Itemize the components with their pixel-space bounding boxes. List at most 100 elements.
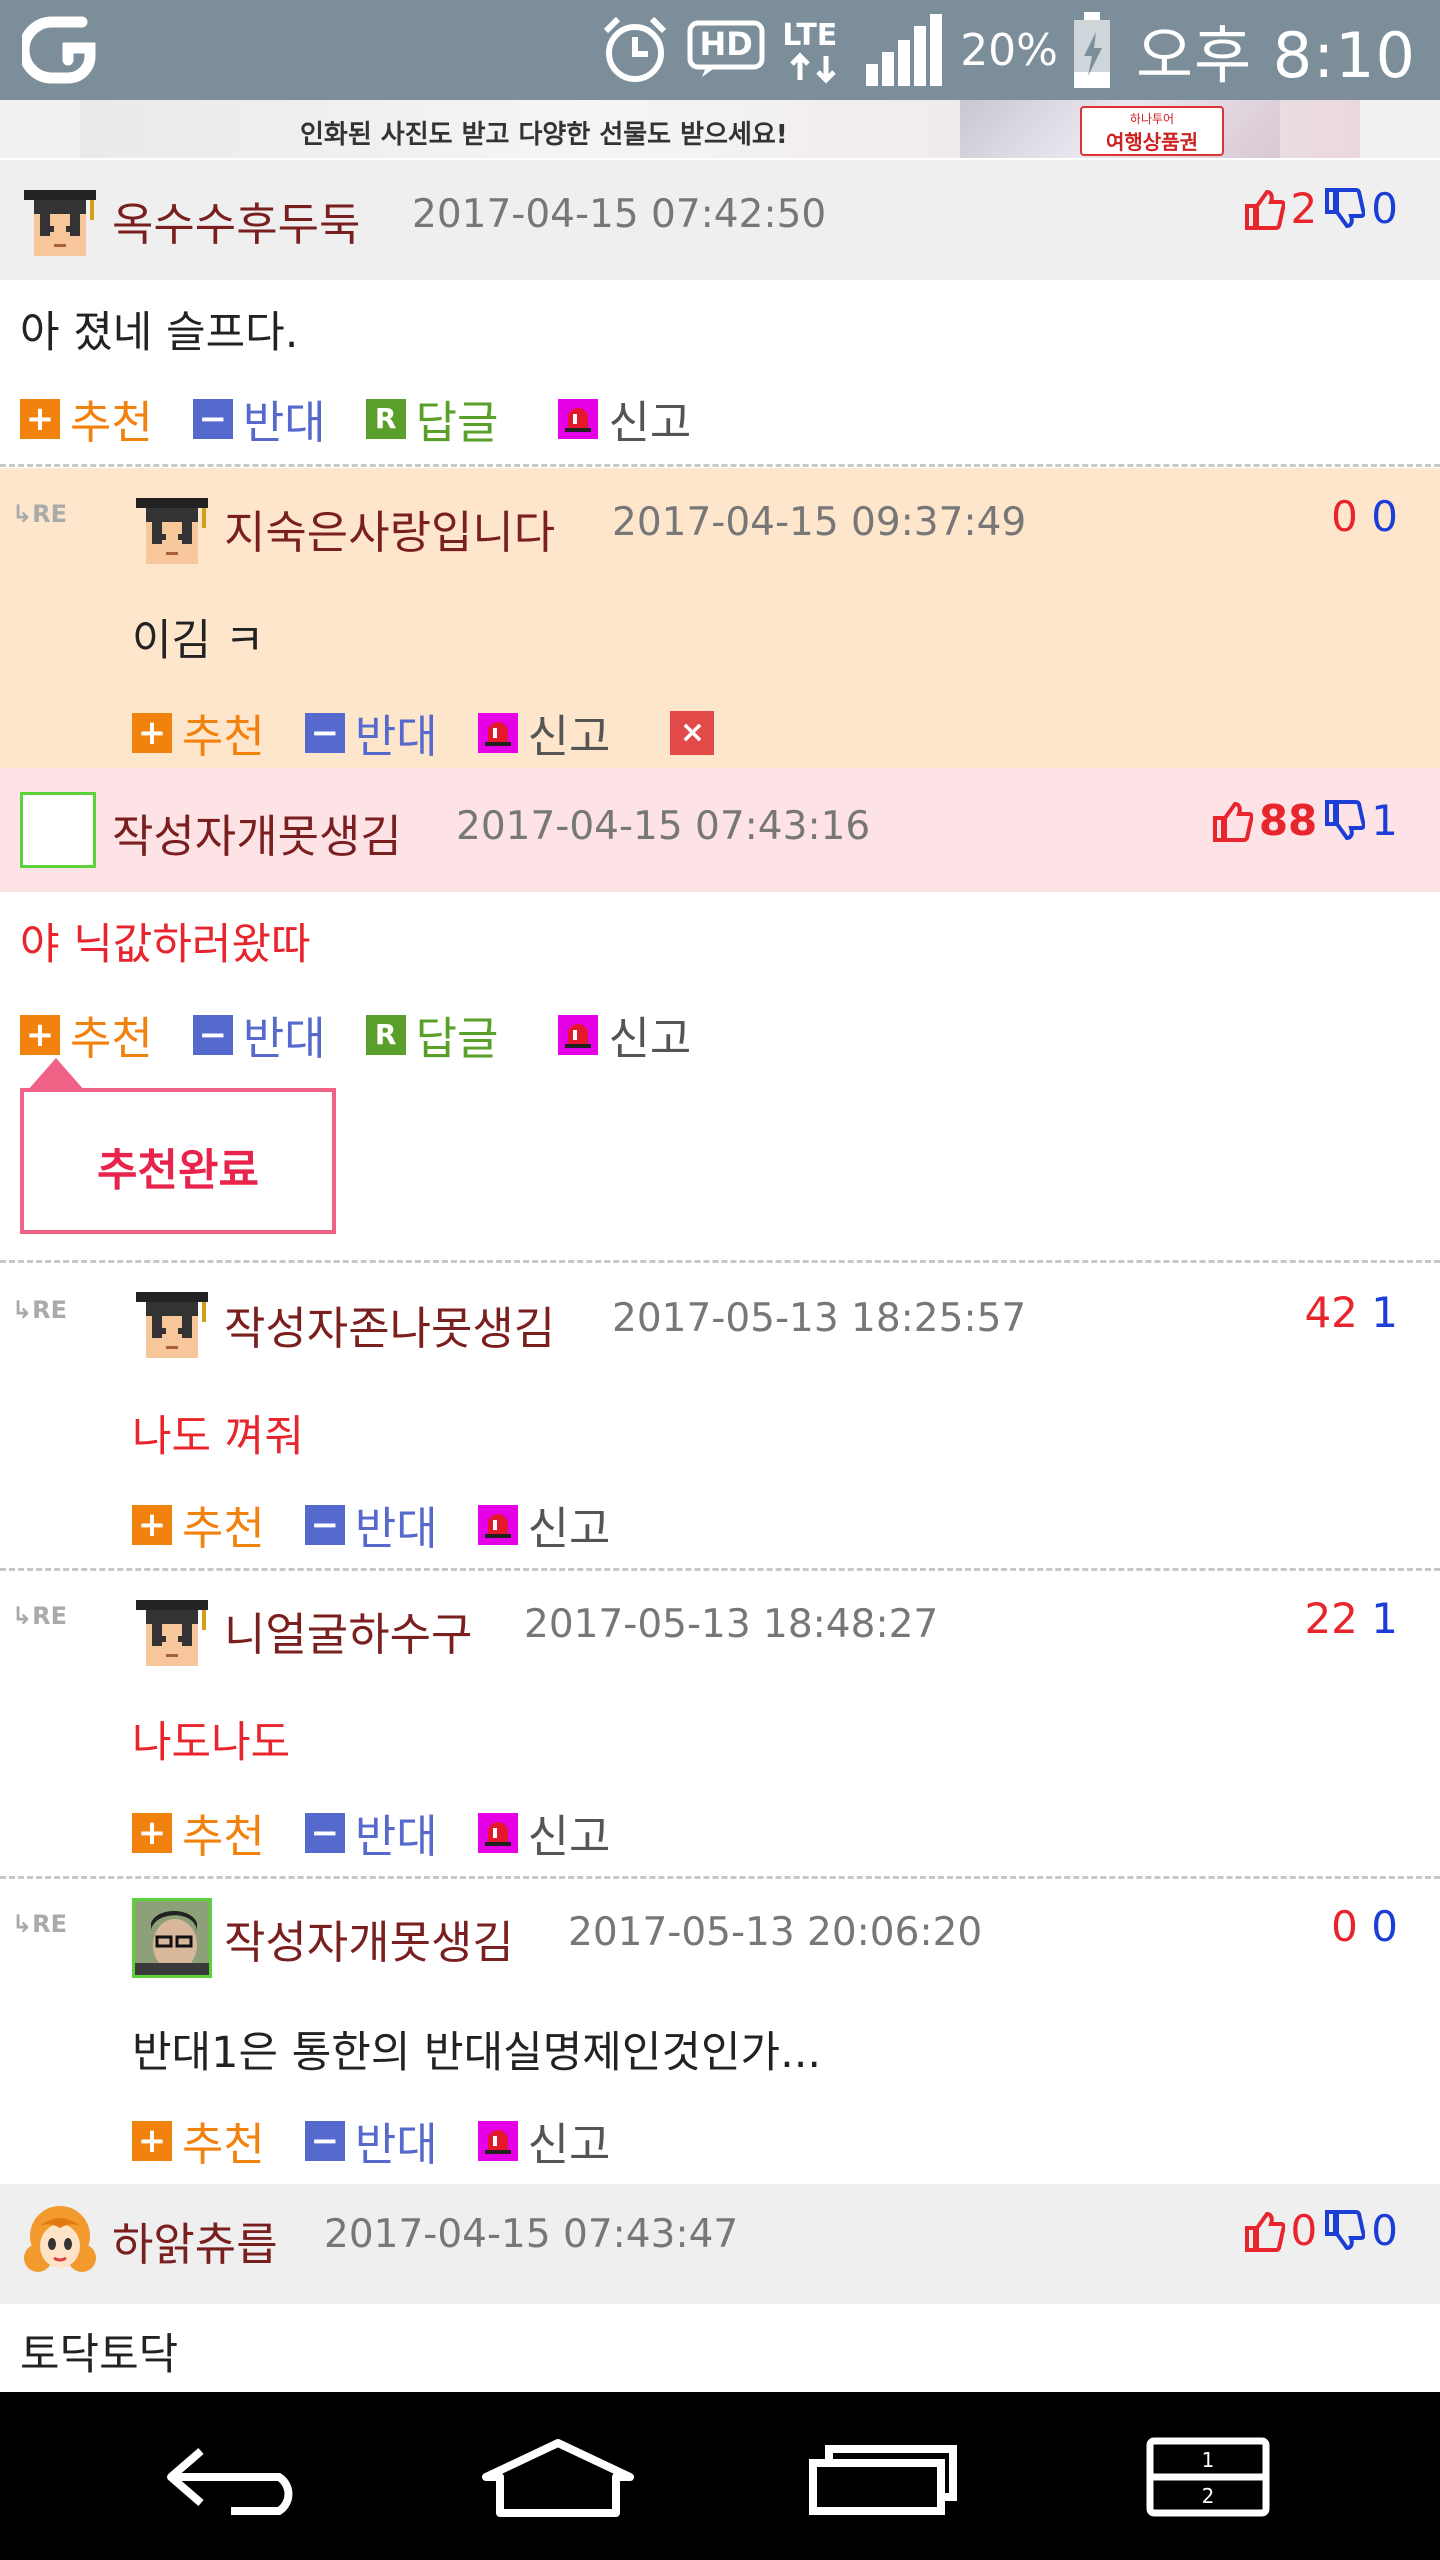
report-button[interactable]: 신고 xyxy=(477,2108,611,2173)
vote-counts: 0 0 xyxy=(1243,2206,1398,2255)
oppose-button[interactable]: − 반대 xyxy=(192,1002,326,1067)
report-button[interactable]: 신고 xyxy=(477,700,611,765)
oppose-button[interactable]: − 반대 xyxy=(304,700,438,765)
report-label: 신고 xyxy=(608,396,692,449)
hd-label: HD xyxy=(699,25,753,63)
up-count: 22 xyxy=(1304,1594,1358,1643)
ad-voucher: 하나투어 여행상품권 xyxy=(1080,106,1224,156)
reply-label: 답글 xyxy=(415,1012,499,1065)
reply-button[interactable]: R 답글 xyxy=(365,386,498,451)
home-button[interactable] xyxy=(458,2422,658,2532)
plus-icon: + xyxy=(132,712,172,753)
report-label: 신고 xyxy=(527,710,611,763)
grad-cap-avatar-icon xyxy=(132,1282,212,1362)
comment-text: 야 닉값하러왔따 xyxy=(20,920,311,970)
recommend-button[interactable]: + 추천 xyxy=(132,1800,265,1865)
siren-icon xyxy=(477,1812,518,1853)
report-button[interactable]: 신고 xyxy=(477,1800,611,1865)
back-button[interactable] xyxy=(136,2422,336,2532)
oppose-button[interactable]: − 반대 xyxy=(192,386,326,451)
alarm-icon xyxy=(604,16,667,82)
grad-cap-avatar-icon xyxy=(20,180,100,260)
home-icon xyxy=(482,2439,634,2517)
reply-actions: + 추천 − 반대 신고 xyxy=(132,1492,650,1557)
report-button[interactable]: 신고 xyxy=(558,1002,691,1067)
plus-icon: + xyxy=(20,1014,60,1055)
vote-counts: 22 1 xyxy=(1304,1594,1398,1643)
vote-counts: 0 0 xyxy=(1331,1902,1398,1951)
reply-nickname[interactable]: 니얼굴하수구 xyxy=(224,1598,472,1663)
re-label: RE xyxy=(32,1296,67,1324)
ad-voucher-brand: 하나투어 xyxy=(1129,112,1175,126)
ad-banner[interactable]: 인화된 사진도 받고 다양한 선물도 받으세요! 하나투어 여행상품권 xyxy=(0,100,1440,158)
battery-charging-icon xyxy=(1073,12,1110,88)
siren-icon xyxy=(558,1014,599,1055)
reply-text: 반대1은 통한의 반대실명제인것인가... xyxy=(132,2028,822,2078)
minus-icon: − xyxy=(304,1504,345,1545)
thumbs-down-icon xyxy=(1325,187,1366,228)
down-count: 0 xyxy=(1371,184,1398,233)
up-count: 0 xyxy=(1331,1902,1358,1951)
up-count: 88 xyxy=(1258,796,1318,845)
comment-actions: + 추천 − 반대 R 답글 신고 xyxy=(20,1002,731,1067)
comment-nickname[interactable]: 하앍츄릅 xyxy=(112,2208,278,2273)
recommend-button[interactable]: + 추천 xyxy=(132,1492,265,1557)
recommend-label: 추천 xyxy=(182,1810,265,1863)
re-label: RE xyxy=(32,500,67,528)
reply-nickname[interactable]: 지숙은사랑입니다 xyxy=(224,496,555,561)
svg-text:1: 1 xyxy=(1202,2448,1215,2472)
clock: 오후 8:10 xyxy=(1135,19,1416,92)
re-marker: ↳RE xyxy=(12,1602,67,1630)
comment-actions: + 추천 − 반대 R 답글 신고 xyxy=(20,386,731,451)
recommend-button[interactable]: + 추천 xyxy=(132,2108,265,2173)
vote-counts: 42 1 xyxy=(1304,1288,1398,1337)
ad-banner-image[interactable]: 인화된 사진도 받고 다양한 선물도 받으세요! 하나투어 여행상품권 xyxy=(80,100,1360,158)
delete-button[interactable]: × xyxy=(670,710,715,755)
plus-icon: + xyxy=(132,1504,172,1545)
re-marker: ↳RE xyxy=(12,500,67,528)
lte-icon: LTE xyxy=(780,10,850,90)
recommend-button[interactable]: + 추천 xyxy=(132,700,265,765)
vote-counts: 88 1 xyxy=(1211,796,1398,845)
oppose-button[interactable]: − 반대 xyxy=(304,1492,438,1557)
oppose-button[interactable]: − 반대 xyxy=(304,1800,438,1865)
report-button[interactable]: 신고 xyxy=(477,1492,610,1557)
comment-nickname[interactable]: 작성자개못생김 xyxy=(112,800,402,865)
reply-icon: R xyxy=(365,398,406,439)
thumbs-up-icon xyxy=(1244,189,1285,230)
report-label: 신고 xyxy=(527,1810,611,1863)
up-count: 2 xyxy=(1290,184,1318,233)
reply-nickname[interactable]: 작성자존나못생김 xyxy=(224,1292,555,1357)
siren-icon xyxy=(477,712,518,753)
recommend-label: 추천 xyxy=(182,2118,265,2171)
ad-text: 인화된 사진도 받고 다양한 선물도 받으세요! xyxy=(300,120,788,150)
reply-button[interactable]: R 답글 xyxy=(365,1002,499,1067)
oppose-label: 반대 xyxy=(354,2118,438,2171)
report-label: 신고 xyxy=(527,2118,611,2171)
report-button[interactable]: 신고 xyxy=(558,386,691,451)
siren-icon xyxy=(558,398,599,439)
down-count: 0 xyxy=(1371,2206,1398,2255)
recommend-button[interactable]: + 추천 xyxy=(20,386,153,451)
reply-text: 이김 ㅋ xyxy=(132,616,265,666)
oppose-label: 반대 xyxy=(354,710,438,763)
down-count: 0 xyxy=(1371,1902,1398,1951)
recent-apps-icon xyxy=(809,2445,957,2515)
reply-icon: R xyxy=(365,1014,406,1055)
oppose-label: 반대 xyxy=(354,1810,438,1863)
divider xyxy=(0,1568,1440,1571)
reply-nickname[interactable]: 작성자개못생김 xyxy=(224,1906,514,1971)
svg-text:2: 2 xyxy=(1202,2484,1215,2508)
minus-icon: − xyxy=(304,2120,345,2161)
reply-date: 2017-05-13 20:06:20 xyxy=(568,1910,983,1955)
down-count: 1 xyxy=(1371,796,1398,845)
dual-window-button[interactable]: 1 2 xyxy=(1108,2422,1308,2532)
recommend-done-text: 추천완료 xyxy=(97,1145,259,1196)
vote-counts: 0 0 xyxy=(1331,492,1398,541)
recent-apps-button[interactable] xyxy=(782,2422,982,2532)
oppose-button[interactable]: − 반대 xyxy=(304,2108,438,2173)
reply-date: 2017-05-13 18:25:57 xyxy=(612,1296,1027,1341)
grad-cap-avatar-icon xyxy=(132,488,212,568)
navigation-bar: 1 2 xyxy=(0,2392,1440,2560)
comment-nickname[interactable]: 옥수수후두둑 xyxy=(112,188,360,253)
